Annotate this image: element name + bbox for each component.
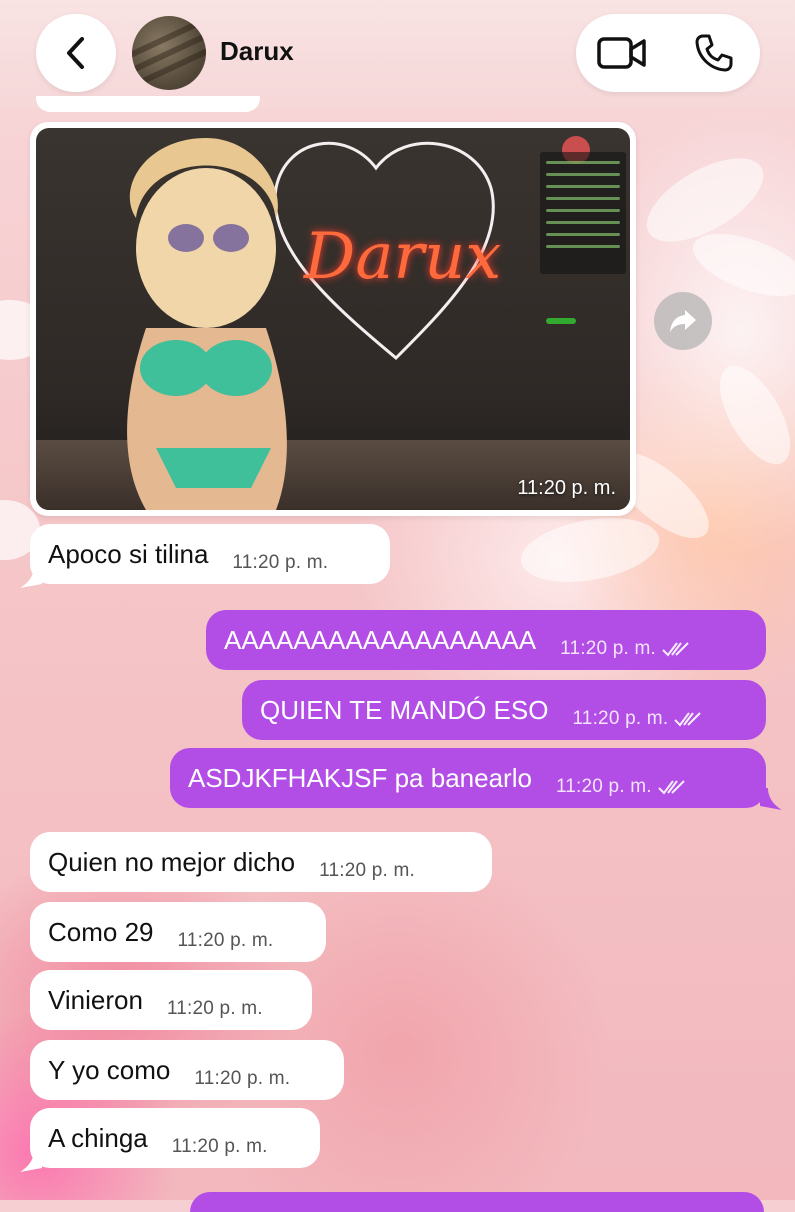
chevron-left-icon — [67, 37, 84, 69]
message-timestamp: 11:20 p. m. — [194, 1068, 291, 1089]
forward-button[interactable] — [654, 292, 712, 350]
message-timestamp: 11:20 p. m. — [232, 552, 329, 573]
call-actions — [576, 14, 760, 92]
stream-chat-overlay — [540, 152, 626, 274]
back-button[interactable] — [36, 14, 116, 92]
message-bubble-incoming[interactable]: Como 29 11:20 p. m. — [30, 902, 326, 962]
message-timestamp: 11:20 p. m. — [177, 930, 274, 951]
message-text: AAAAAAAAAAAAAAAAAA — [224, 624, 537, 655]
image-timestamp: 11:20 p. m. — [517, 477, 616, 499]
message-text: Quien no mejor dicho — [48, 846, 296, 877]
video-camera-icon — [597, 37, 646, 69]
image-message[interactable]: Darux 11:20 p. m. — [30, 122, 636, 516]
message-bubble-incoming[interactable]: Y yo como 11:20 p. m. — [30, 1040, 344, 1100]
message-timestamp: 11:20 p. m. — [572, 708, 669, 729]
double-check-icon — [662, 642, 689, 657]
voice-call-button[interactable] — [684, 23, 744, 83]
double-check-icon — [658, 780, 685, 795]
previous-message-bubble — [36, 96, 260, 112]
message-bubble-incoming[interactable]: Quien no mejor dicho 11:20 p. m. — [30, 832, 492, 892]
bubble-tail — [760, 788, 782, 810]
forward-arrow-icon — [670, 310, 696, 332]
neon-sign-text: Darux — [304, 220, 502, 294]
video-call-button[interactable] — [592, 23, 652, 83]
message-text: A chinga — [48, 1122, 148, 1153]
message-bubble-outgoing[interactable]: ASDJKFHAKJSF pa banearlo 11:20 p. m. — [170, 748, 766, 808]
message-timestamp: 11:20 p. m. — [319, 860, 415, 881]
message-timestamp: 11:20 p. m. — [166, 998, 263, 1019]
message-bubble-incoming[interactable]: A chinga 11:20 p. m. — [30, 1108, 320, 1168]
message-timestamp: 11:20 p. m. — [560, 638, 657, 659]
bubble-tail — [20, 566, 42, 588]
message-bubble-incoming[interactable]: Vinieron 11:20 p. m. — [30, 970, 312, 1030]
message-text: Y yo como — [48, 1054, 171, 1085]
message-text: Como 29 — [48, 916, 154, 947]
message-text: Apoco si tilina — [48, 538, 209, 569]
message-timestamp: 11:20 p. m. — [171, 1136, 268, 1157]
next-message-bubble — [190, 1192, 764, 1212]
message-bubble-outgoing[interactable]: QUIEN TE MANDÓ ESO 11:20 p. m. — [242, 680, 766, 740]
bubble-tail — [20, 1150, 42, 1172]
phone-icon — [695, 34, 733, 72]
message-text: Vinieron — [48, 984, 143, 1015]
image-attachment[interactable]: Darux 11:20 p. m. — [36, 128, 630, 510]
message-bubble-incoming[interactable]: Apoco si tilina 11:20 p. m. — [30, 524, 390, 584]
message-text: ASDJKFHAKJSF pa banearlo — [188, 762, 532, 793]
contact-name[interactable]: Darux — [220, 36, 294, 67]
avatar[interactable] — [132, 16, 206, 90]
message-bubble-outgoing[interactable]: AAAAAAAAAAAAAAAAAA 11:20 p. m. — [206, 610, 766, 670]
double-check-icon — [674, 712, 702, 727]
message-text: QUIEN TE MANDÓ ESO — [260, 694, 549, 725]
message-timestamp: 11:20 p. m. — [555, 776, 652, 797]
